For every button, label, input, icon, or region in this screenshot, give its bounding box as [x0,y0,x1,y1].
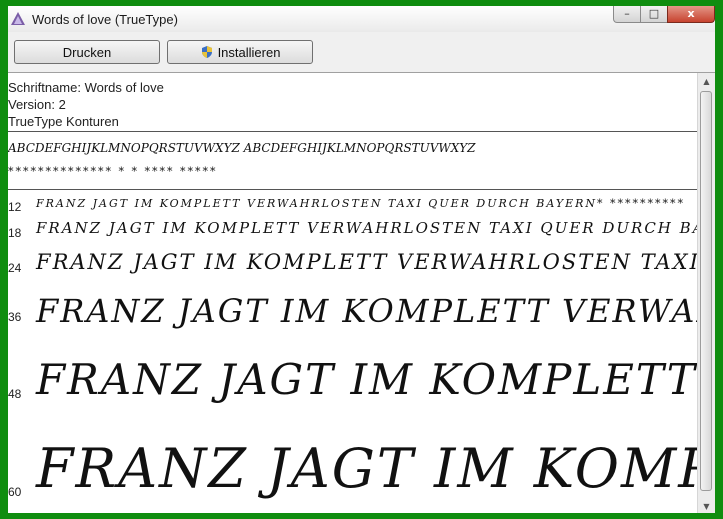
size-label: 18 [8,226,22,240]
divider-top [8,131,698,132]
scrollbar-thumb[interactable] [700,91,712,491]
font-viewer-window: Words of love (TrueType) – □ x Drucken I… [8,6,715,513]
size-label: 48 [8,387,22,401]
shield-icon [201,46,212,58]
close-icon: x [687,6,695,20]
alphabet-preview: ABCDEFGHIJKLMNOPQRSTUVWXYZ ABCDEFGHIJKLM… [8,141,476,155]
sample-text: FRANZ JAGT IM KOMPLETT VERWAHRLOSTEN TAX… [36,250,715,274]
divider-bottom [8,189,698,190]
install-button-label: Installieren [217,44,281,60]
print-button-label: Drucken [62,44,112,60]
sample-text: FRANZ JAGT IM KOMPLETT VERWAHRLOSTEN TAX… [36,219,715,237]
font-type: TrueType Konturen [8,114,119,129]
font-preview-area: Schriftname: Words of love Version: 2 Tr… [8,72,715,513]
window-title: Words of love (TrueType) [32,11,178,27]
minimize-button[interactable]: – [613,6,641,23]
sample-text: FRANZ JAGT IM KOMPLETT VE [36,355,715,404]
maximize-button[interactable]: □ [640,6,668,23]
font-name: Schriftname: Words of love [8,80,164,95]
print-button[interactable]: Drucken [14,40,160,64]
maximize-icon: □ [648,6,660,20]
size-label: 36 [8,310,22,324]
scroll-up-icon[interactable]: ▲ [699,73,714,89]
title-bar[interactable]: Words of love (TrueType) [8,6,715,32]
symbols-preview: ************** * * **** ***** [8,165,218,178]
minimize-icon: – [624,6,630,20]
font-app-icon [11,12,25,25]
desktop-frame: Words of love (TrueType) – □ x Drucken I… [0,0,723,519]
scroll-down-icon[interactable]: ▼ [699,498,714,513]
sample-text: FRANZ JAGT IM KOMPLETT VERWAHRLOS [36,292,715,330]
install-button[interactable]: Installieren [167,40,313,64]
toolbar: Drucken Installieren [8,32,715,74]
size-label: 60 [8,485,22,499]
size-label: 24 [8,261,22,275]
sample-text: FRANZ JAGT IM KOMPLETT VERWAHRLOSTEN TAX… [36,197,686,210]
font-info: Schriftname: Words of love Version: 2 Tr… [8,79,164,130]
sample-text: FRANZ JAGT IM KOMPLE [36,437,715,500]
vertical-scrollbar[interactable]: ▲ ▼ [697,73,715,513]
font-version: Version: 2 [8,97,66,112]
close-button[interactable]: x [667,6,715,23]
size-label: 12 [8,200,22,214]
